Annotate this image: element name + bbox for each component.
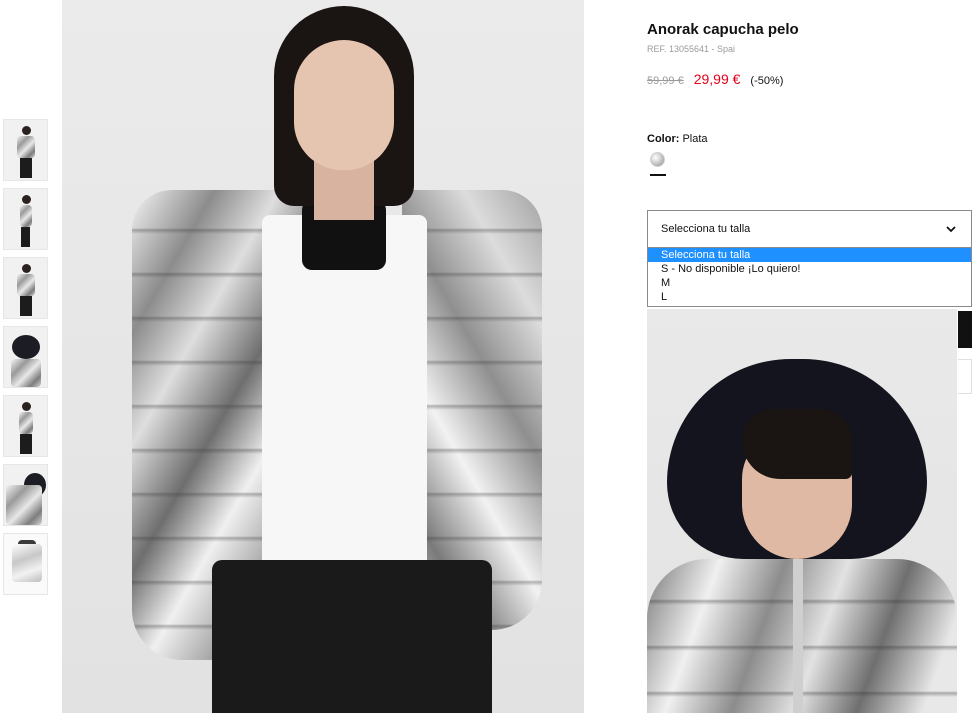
size-option-m[interactable]: M: [648, 276, 971, 290]
size-select-value: Selecciona tu talla: [661, 223, 751, 235]
color-label-key: Color:: [647, 133, 680, 145]
size-option-s[interactable]: S - No disponible ¡Lo quiero!: [648, 262, 971, 276]
thumbnail-flat-lay[interactable]: [3, 533, 48, 595]
black-pants: [212, 560, 492, 713]
old-price: 59,99 €: [647, 75, 684, 87]
thumbnail-hood-detail[interactable]: [3, 464, 48, 526]
thumbnail-full-body[interactable]: [3, 257, 48, 319]
size-options-list: Selecciona tu talla S - No disponible ¡L…: [647, 248, 972, 307]
thumbnail-front[interactable]: [3, 119, 48, 181]
thumbnail-side[interactable]: [3, 188, 48, 250]
product-title: Anorak capucha pelo: [647, 21, 799, 38]
secondary-button-edge[interactable]: [958, 359, 972, 394]
silver-swatch-icon[interactable]: [650, 152, 665, 167]
discount-badge: (-50%): [750, 75, 784, 87]
model-face: [294, 40, 394, 170]
swatch-selected-indicator: [650, 174, 666, 176]
thumbnail-list: [3, 119, 48, 602]
jacket-zipper: [793, 559, 803, 713]
sale-price: 29,99 €: [693, 71, 741, 87]
product-page: Anorak capucha pelo REF. 13055641 - Spai…: [0, 0, 979, 713]
chevron-down-icon: [946, 226, 956, 233]
model-hair: [742, 409, 852, 479]
hood-detail-image[interactable]: [647, 309, 957, 713]
main-product-image[interactable]: [62, 0, 584, 713]
product-reference: REF. 13055641 - Spai: [647, 44, 736, 54]
price-row: 59,99 € 29,99 € (-50%): [647, 71, 783, 87]
thumbnail-back[interactable]: [3, 395, 48, 457]
color-label: Color: Plata: [647, 133, 708, 145]
size-option-placeholder[interactable]: Selecciona tu talla: [648, 248, 971, 262]
add-to-cart-button-edge[interactable]: [958, 311, 972, 348]
size-select[interactable]: Selecciona tu talla: [647, 210, 972, 248]
size-option-l[interactable]: L: [648, 290, 971, 304]
thumbnail-hood[interactable]: [3, 326, 48, 388]
color-value: Plata: [682, 133, 708, 145]
